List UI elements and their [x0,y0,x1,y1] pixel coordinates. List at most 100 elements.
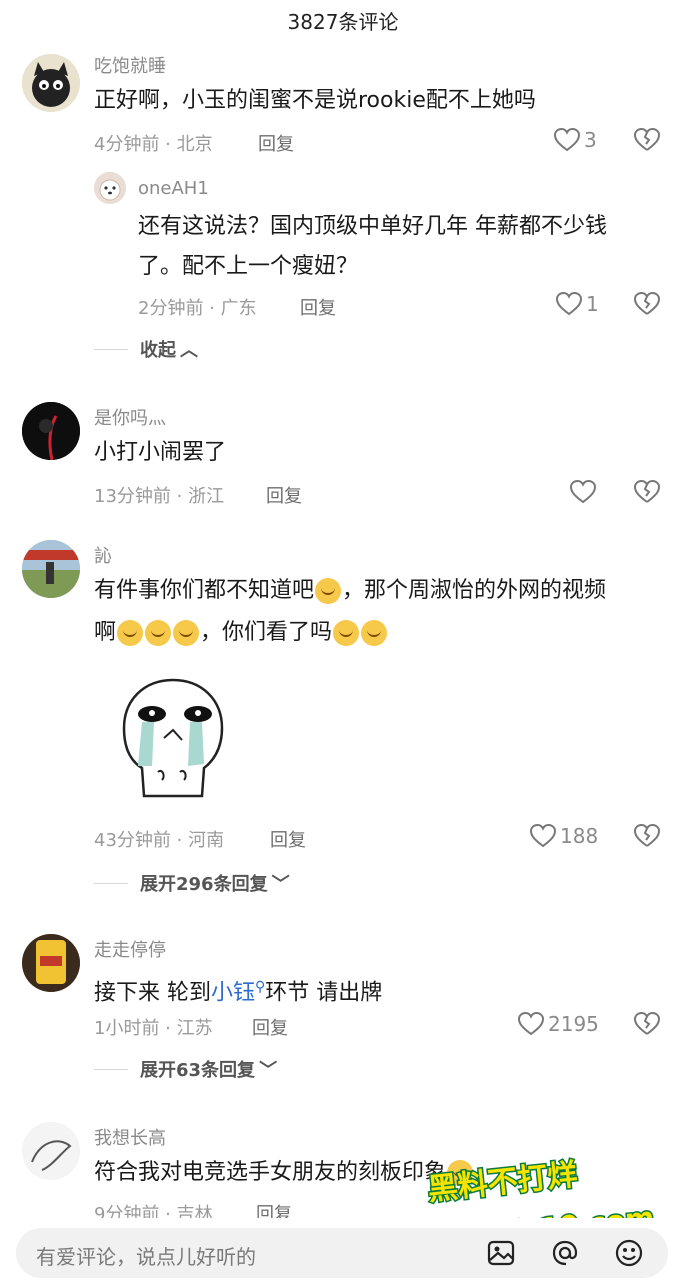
heart-icon [554,128,580,152]
comment-time-location: 1小时前 · 江苏 [94,1018,213,1039]
comment-text-line: 啊 ，你们看了吗 [94,614,388,652]
divider [94,348,128,350]
heart-icon [518,1012,544,1036]
broken-heart-icon [633,127,661,151]
emoji-icon[interactable] [614,1238,644,1272]
comment-text: 小打小闹罢了 [94,440,227,465]
drooling-emoji-icon [333,620,360,646]
text-segment: 有件事你们都不知道吧 [94,578,315,603]
avatar[interactable] [22,1122,80,1180]
dislike-button[interactable] [633,127,661,156]
like-button[interactable]: 2195 [518,1012,599,1036]
crying-sticker[interactable] [118,676,228,800]
comment-item: 走走停停 接下来 轮到小钰⚲环节 请出牌 1小时前 · 江苏 回复 2195 展… [0,932,686,1092]
avatar[interactable] [94,172,126,204]
comment-text-line: 了。配不上一个瘦妞？ [138,254,359,279]
dislike-button[interactable] [633,479,661,508]
comment-time-location: 13分钟前 · 浙江 [94,486,225,507]
expand-label: 展开63条回复 [140,1060,256,1081]
comment-input[interactable]: 有爱评论，说点儿好听的 [16,1228,668,1278]
username[interactable]: 是你吗灬 [94,404,166,430]
avatar[interactable] [22,402,80,460]
mention-icon[interactable] [550,1238,580,1272]
like-button[interactable] [570,480,600,504]
expand-label: 展开296条回复 [140,874,268,895]
comment-input-bar: 有爱评论，说点儿好听的 [0,1218,686,1280]
expand-replies-button[interactable]: 展开296条回复 ﹀ [94,870,290,896]
like-count: 3 [584,128,597,152]
divider [94,1068,128,1070]
username[interactable]: 吃饱就睡 [94,52,166,78]
reply-button[interactable]: 回复 [300,294,336,320]
like-count: 2195 [548,1012,599,1036]
comment-time-location: 4分钟前 · 北京 [94,134,213,155]
reply-button[interactable]: 回复 [258,130,294,156]
text-segment: 接下来 轮到 [94,980,211,1006]
broken-heart-icon [633,479,661,503]
cat-avatar-icon [22,54,80,112]
text-segment: 环节 请出牌 [265,980,383,1006]
comment-count-title: 3827条评论 [287,9,399,34]
expand-replies-button[interactable]: 展开63条回复 ﹀ [94,1056,277,1082]
collapse-replies-button[interactable]: 收起 ︿ [94,336,198,362]
username[interactable]: 走走停停 [94,936,166,962]
heart-icon [530,824,556,848]
like-button[interactable]: 1 [556,292,599,316]
sketch-avatar-icon [22,1122,80,1180]
image-icon[interactable] [486,1238,516,1272]
crying-face-sticker-icon [122,678,224,798]
snack-avatar-icon [22,934,80,992]
comment-text: 正好啊，小玉的闺蜜不是说rookie配不上她吗 [94,88,536,113]
reply-button[interactable]: 回复 [252,1014,288,1040]
avatar[interactable] [22,934,80,992]
comment-item: 訫 有件事你们都不知道吧 ，那个周淑怡的外网的视频 啊 ，你们看了吗 43分钟前 ·… [0,540,686,900]
username[interactable]: oneAH1 [138,178,209,199]
reply-button[interactable]: 回复 [266,482,302,508]
broken-heart-icon [633,823,661,847]
text-segment: ，你们看了吗 [200,620,333,645]
laugh-cry-emoji-icon [173,620,200,646]
broken-heart-icon [633,291,661,315]
comment-item: 我想长高 符合我对电竞选手女朋友的刻板印象 9分钟前 · 吉林 回复 [0,1120,686,1225]
avatar[interactable] [22,540,80,598]
username[interactable]: 訫 [94,542,112,568]
comment-time-location: 2分钟前 · 广东 [138,298,257,319]
comment-time-location: 43分钟前 · 河南 [94,830,225,851]
comment-text-line: 有件事你们都不知道吧 ，那个周淑怡的外网的视频 [94,572,606,610]
search-link[interactable]: 小钰 [211,980,255,1005]
text-segment: ，那个周淑怡的外网的视频 [342,578,607,603]
collapse-label: 收起 [140,340,176,361]
comments-header: 3827条评论 [0,0,686,40]
heart-eyes-emoji-icon [447,1160,474,1186]
comment-text-line: 还有这说法？国内顶级中单好几年 年薪都不少钱 [138,214,607,239]
dislike-button[interactable] [633,291,661,320]
chevron-down-icon: ﹀ [271,874,290,895]
chevron-up-icon: ︿ [180,340,198,361]
heart-icon [570,480,596,504]
laugh-cry-emoji-icon [145,620,172,646]
comment-text: 接下来 轮到小钰⚲环节 请出牌 [94,968,382,1012]
dislike-button[interactable] [633,823,661,852]
text-segment: 符合我对电竞选手女朋友的刻板印象 [94,1160,447,1185]
photo-avatar-icon [22,540,80,598]
like-button[interactable]: 3 [554,128,597,152]
dislike-button[interactable] [633,1011,661,1040]
laugh-cry-emoji-icon [117,620,144,646]
like-count: 1 [586,292,599,316]
search-icon[interactable]: ⚲ [255,979,265,995]
input-placeholder: 有爱评论，说点儿好听的 [36,1245,256,1269]
like-count: 188 [560,824,599,848]
reply-button[interactable]: 回复 [270,826,306,852]
divider [94,882,128,884]
drooling-emoji-icon [361,620,388,646]
avatar[interactable] [22,54,80,112]
broken-heart-icon [633,1011,661,1035]
dark-avatar-icon [22,402,80,460]
username[interactable]: 我想长高 [94,1124,166,1150]
heart-icon [556,292,582,316]
text-segment: 啊 [94,620,117,645]
comment-text: 符合我对电竞选手女朋友的刻板印象 [94,1154,474,1192]
dog-avatar-icon [94,172,126,204]
chevron-down-icon: ﹀ [259,1060,278,1081]
like-button[interactable]: 188 [530,824,598,848]
